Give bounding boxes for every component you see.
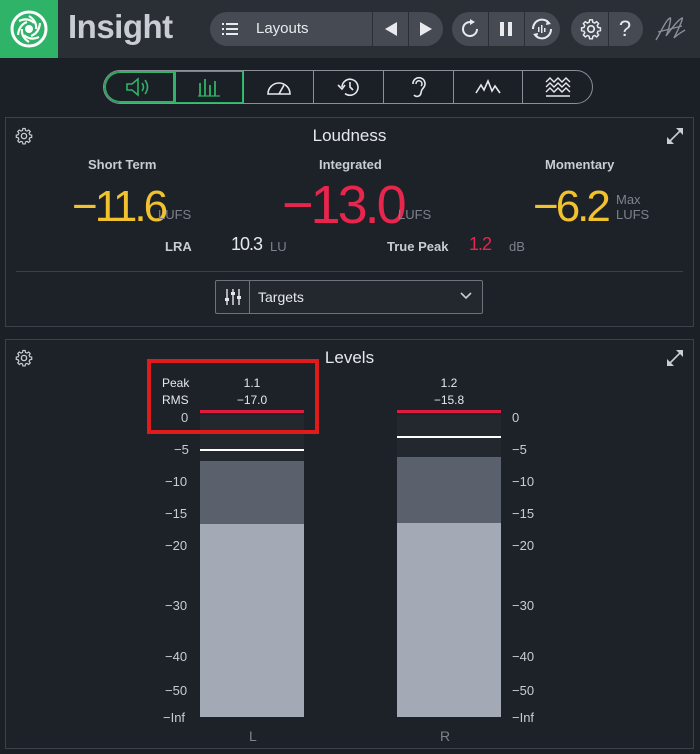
true-peak-unit: dB — [509, 239, 525, 254]
loudness-panel: Loudness Short Term −11.6 LUFS Integrate… — [5, 117, 694, 327]
reset-button[interactable] — [452, 12, 488, 46]
pause-button[interactable] — [488, 12, 524, 46]
help-button[interactable]: ? — [607, 12, 643, 46]
left-level-meter — [200, 410, 304, 717]
settings-help-group: ? — [571, 12, 643, 46]
scale-right-tick: 0 — [512, 410, 520, 425]
transport-controls — [452, 12, 560, 46]
layouts-menu[interactable]: Layouts — [210, 12, 443, 46]
lra-unit: LU — [270, 239, 287, 254]
scale-right-tick: −20 — [512, 538, 535, 553]
gauge-icon — [266, 82, 291, 95]
true-peak-label: True Peak — [387, 239, 449, 254]
levels-expand-icon[interactable] — [666, 349, 684, 367]
short-term-unit: LUFS — [158, 207, 192, 222]
targets-label: Targets — [258, 289, 304, 305]
scale-left-tick: −Inf — [163, 710, 186, 725]
module-tabs — [103, 70, 593, 104]
momentary-label: Momentary — [545, 157, 615, 172]
loudness-divider — [16, 271, 683, 272]
scale-right-tick: −5 — [512, 442, 527, 457]
pause-icon — [500, 22, 512, 36]
reset-loop-icon — [462, 19, 478, 37]
tab-loudness[interactable] — [104, 71, 175, 103]
right-rms-value: −15.8 — [433, 393, 465, 407]
momentary-unit-max: Max — [616, 192, 641, 207]
levels-panel: Levels Peak RMS 1.1 −17.0 1.2 −15.8 0 −5… — [5, 339, 694, 749]
chevron-down-icon — [460, 292, 472, 300]
right-peak-value: 1.2 — [440, 376, 458, 390]
scale-left-tick: −50 — [165, 683, 188, 698]
tab-levels[interactable] — [175, 71, 245, 103]
levels-title: Levels — [324, 348, 375, 367]
right-peak-line — [397, 410, 501, 413]
spectrogram-icon — [545, 77, 571, 97]
layouts-label: Layouts — [256, 20, 309, 37]
header-bar: Insight Layouts ? — [0, 0, 700, 58]
right-rms-hold-line — [397, 436, 501, 438]
lra-label: LRA — [165, 239, 192, 254]
integrated-value: −13.0 — [282, 175, 407, 235]
insight-logo-icon — [0, 0, 58, 58]
annotation-highlight-box — [147, 359, 319, 434]
lra-value: 10.3 — [231, 234, 263, 254]
right-channel-label: R — [440, 728, 451, 744]
app-title: Insight — [68, 8, 173, 45]
short-term-label: Short Term — [88, 157, 157, 172]
list-icon — [222, 23, 238, 35]
triangle-left-icon — [384, 22, 397, 36]
scale-left-tick: −30 — [165, 598, 188, 613]
scale-left-tick: −10 — [165, 474, 188, 489]
history-icon — [336, 78, 359, 97]
tab-intelligibility[interactable] — [384, 71, 454, 103]
scale-left-tick: −40 — [165, 649, 188, 664]
auto-reset-icon — [531, 18, 553, 40]
true-peak-value: 1.2 — [469, 234, 492, 254]
bars-icon — [198, 79, 221, 97]
scale-right-tick: −40 — [512, 649, 535, 664]
scale-right-tick: −Inf — [512, 710, 535, 725]
scale-left-tick: −20 — [165, 538, 188, 553]
right-level-meter — [397, 410, 501, 717]
waveform-icon — [475, 79, 501, 94]
momentary-value: −6.2 — [533, 182, 611, 231]
ear-icon — [412, 76, 427, 98]
left-channel-label: L — [249, 728, 257, 744]
expand-icon[interactable] — [666, 127, 684, 145]
scale-left-tick: −5 — [174, 442, 189, 457]
auto-reset-button[interactable] — [524, 12, 560, 46]
left-rms-hold-line — [200, 449, 304, 451]
speaker-icon — [126, 77, 149, 97]
integrated-label: Integrated — [319, 157, 382, 172]
tab-spectrogram[interactable] — [523, 71, 592, 103]
scale-right-tick: −50 — [512, 683, 535, 698]
short-term-value: −11.6 — [72, 182, 168, 231]
gear-icon — [580, 19, 602, 40]
integrated-unit: LUFS — [398, 207, 432, 222]
targets-dropdown[interactable]: Targets — [215, 280, 483, 314]
sliders-icon — [216, 281, 250, 313]
signature-logo-icon — [655, 17, 686, 41]
settings-button[interactable] — [573, 12, 609, 46]
scale-right-tick: −10 — [512, 474, 535, 489]
tab-sound-field[interactable] — [244, 71, 315, 103]
scale-left-tick: −15 — [165, 506, 188, 521]
scale-right-tick: −15 — [512, 506, 535, 521]
loudness-title: Loudness — [312, 126, 387, 145]
previous-layout-button[interactable] — [373, 12, 408, 46]
next-layout-button[interactable] — [408, 12, 443, 46]
triangle-right-icon — [419, 22, 432, 36]
question-mark-icon: ? — [618, 16, 632, 41]
scale-right-tick: −30 — [512, 598, 535, 613]
tab-spectrum[interactable] — [454, 71, 524, 103]
tab-loudness-history[interactable] — [314, 71, 384, 103]
momentary-unit-lufs: LUFS — [616, 207, 650, 222]
